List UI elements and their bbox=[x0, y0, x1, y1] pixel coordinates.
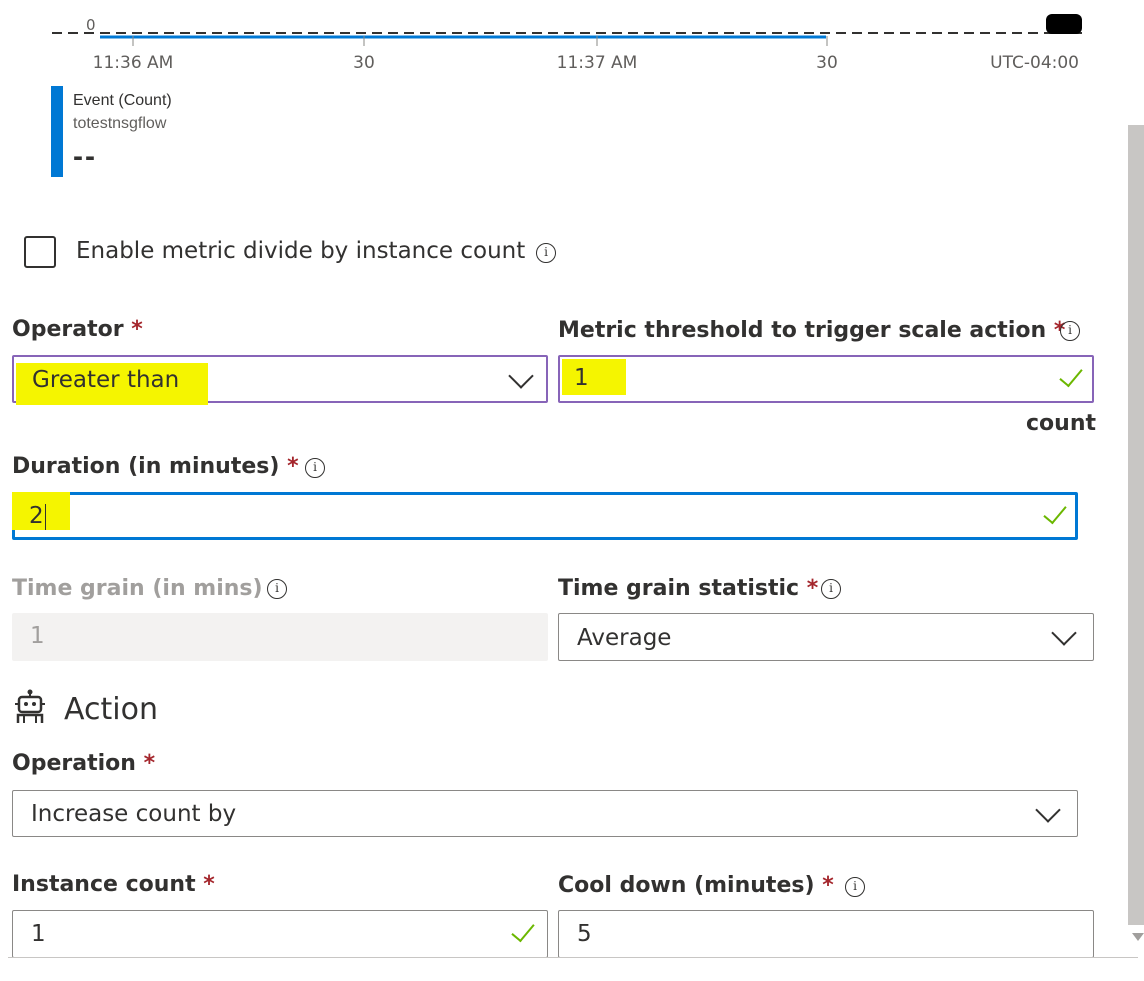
checkmark-icon bbox=[1043, 499, 1067, 525]
checkbox-label: Enable metric divide by instance count bbox=[76, 238, 526, 264]
timezone-label: UTC-04:00 bbox=[990, 53, 1079, 73]
time-grain-value: 1 bbox=[30, 623, 45, 649]
divider bbox=[8, 957, 1138, 958]
threshold-unit: count bbox=[1026, 411, 1096, 436]
required-asterisk: * bbox=[203, 872, 215, 897]
required-asterisk: * bbox=[143, 751, 156, 776]
time-grain-statistic-value: Average bbox=[577, 625, 672, 651]
operation-label: Operation * bbox=[12, 751, 156, 776]
x-tick-label: 30 bbox=[816, 53, 838, 73]
time-grain-label: Time grain (in mins) bbox=[12, 576, 263, 601]
info-icon[interactable]: i bbox=[845, 877, 865, 897]
operator-label: Operator * bbox=[12, 317, 143, 342]
vertical-scrollbar[interactable] bbox=[1128, 125, 1144, 925]
checkmark-icon bbox=[511, 917, 535, 943]
instance-count-label: Instance count * bbox=[12, 872, 215, 897]
cool-down-label: Cool down (minutes) * bbox=[558, 873, 834, 898]
operation-value: Increase count by bbox=[31, 801, 237, 827]
info-icon[interactable]: i bbox=[821, 579, 841, 599]
required-asterisk: * bbox=[131, 317, 143, 342]
instance-count-input[interactable]: 1 bbox=[12, 910, 548, 958]
duration-value: 2 bbox=[29, 503, 46, 530]
legend-resource-name: totestnsgflow bbox=[73, 115, 167, 132]
time-grain-input: 1 bbox=[12, 613, 548, 661]
threshold-input[interactable]: 1 bbox=[558, 355, 1094, 403]
action-section-title: Action bbox=[64, 692, 158, 727]
legend-color-bar bbox=[51, 86, 63, 177]
x-tick-label: 11:37 AM bbox=[557, 53, 638, 73]
divide-by-instance-checkbox[interactable] bbox=[24, 236, 56, 268]
chart-end-marker bbox=[1046, 14, 1082, 34]
duration-label: Duration (in minutes) * bbox=[12, 454, 299, 479]
threshold-value: 1 bbox=[574, 365, 589, 391]
metric-chart: 0 11:36 AM 30 11:37 AM 30 UTC-04:00 bbox=[52, 14, 1082, 73]
required-asterisk: * bbox=[287, 454, 299, 479]
info-icon[interactable]: i bbox=[267, 579, 287, 599]
operator-dropdown[interactable]: Greater than bbox=[12, 355, 548, 405]
highlight-mark bbox=[562, 359, 626, 395]
legend-value: -- bbox=[73, 140, 97, 173]
scroll-down-arrow-icon[interactable] bbox=[1132, 933, 1144, 941]
operation-dropdown[interactable]: Increase count by bbox=[12, 790, 1078, 837]
robot-icon bbox=[15, 689, 45, 723]
cool-down-input[interactable]: 5 bbox=[558, 910, 1094, 958]
duration-input[interactable]: 2 bbox=[12, 492, 1078, 540]
y-tick-0: 0 bbox=[86, 16, 96, 34]
operator-value: Greater than bbox=[32, 367, 180, 393]
text-cursor bbox=[44, 503, 46, 530]
checkmark-icon bbox=[1059, 362, 1083, 388]
time-grain-statistic-dropdown[interactable]: Average bbox=[558, 613, 1094, 661]
info-icon[interactable]: i bbox=[536, 243, 556, 263]
cool-down-value: 5 bbox=[577, 921, 592, 947]
info-icon[interactable]: i bbox=[305, 458, 325, 478]
legend-series-name[interactable]: Event (Count) bbox=[73, 92, 172, 110]
info-icon[interactable]: i bbox=[1060, 321, 1080, 341]
instance-count-value: 1 bbox=[31, 921, 46, 947]
threshold-label: Metric threshold to trigger scale action… bbox=[558, 318, 1066, 343]
x-tick-label: 30 bbox=[353, 53, 375, 73]
time-grain-statistic-label: Time grain statistic * bbox=[558, 576, 819, 601]
chevron-down-icon bbox=[1051, 620, 1077, 646]
required-asterisk: * bbox=[806, 576, 819, 601]
required-asterisk: * bbox=[822, 873, 834, 898]
chevron-down-icon bbox=[508, 363, 534, 389]
chevron-down-icon bbox=[1035, 797, 1061, 823]
x-tick-label: 11:36 AM bbox=[93, 53, 174, 73]
